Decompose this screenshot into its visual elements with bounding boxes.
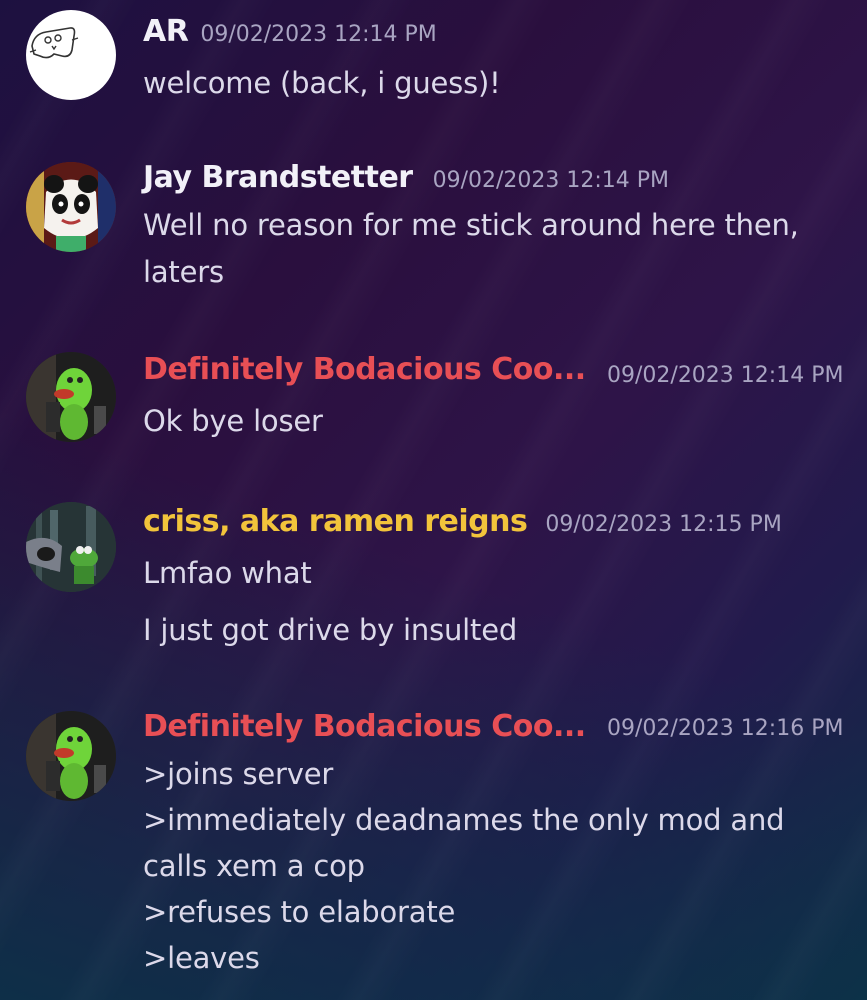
chat-message[interactable]: AR 09/02/2023 12:14 PM welcome (back, i g…: [0, 0, 867, 130]
avatar[interactable]: [26, 352, 116, 442]
message-text: laters: [143, 255, 224, 289]
message-timestamp: 09/02/2023 12:16 PM: [607, 716, 844, 741]
author-name[interactable]: Jay Brandstetter: [143, 160, 413, 195]
message-timestamp: 09/02/2023 12:14 PM: [200, 22, 437, 47]
message-timestamp: 09/02/2023 12:15 PM: [545, 512, 782, 537]
ghost-sketch-avatar-icon: [29, 27, 79, 59]
message-text: I just got drive by insulted: [143, 613, 518, 647]
avatar[interactable]: [26, 502, 116, 592]
avatar[interactable]: [26, 162, 116, 252]
slimer-ghost-avatar-icon: [26, 711, 116, 801]
message-timestamp: 09/02/2023 12:14 PM: [432, 168, 670, 193]
chat-message[interactable]: Jay Brandstetter 09/02/2023 12:14 PM Well…: [0, 150, 867, 310]
author-name[interactable]: AR: [143, 14, 189, 49]
message-text: >leaves: [143, 941, 260, 975]
chat-message[interactable]: Definitely Bodacious Coo... 09/02/2023 1…: [0, 695, 867, 1000]
message-text: calls xem a cop: [143, 849, 365, 883]
message-text: >joins server: [143, 757, 334, 791]
author-name[interactable]: Definitely Bodacious Coo...: [143, 709, 586, 744]
chat-message[interactable]: criss, aka ramen reigns 09/02/2023 12:15 …: [0, 490, 867, 670]
slimer-ghost-avatar-icon: [26, 352, 116, 442]
message-timestamp: 09/02/2023 12:14 PM: [607, 363, 844, 388]
message-text: >refuses to elaborate: [143, 895, 456, 929]
avatar[interactable]: [26, 711, 116, 801]
panda-character-avatar-icon: [26, 162, 116, 252]
message-text: Well no reason for me stick around here …: [143, 208, 799, 242]
author-name[interactable]: criss, aka ramen reigns: [143, 504, 528, 539]
message-text: Lmfao what: [143, 556, 312, 590]
kermit-city-avatar-icon: [26, 502, 116, 592]
message-text: welcome (back, i guess)!: [143, 66, 501, 100]
chat-message[interactable]: Definitely Bodacious Coo... 09/02/2023 1…: [0, 340, 867, 460]
avatar[interactable]: [26, 10, 116, 100]
message-text: >immediately deadnames the only mod and: [143, 803, 785, 837]
author-name[interactable]: Definitely Bodacious Coo...: [143, 352, 586, 387]
message-text: Ok bye loser: [143, 404, 323, 438]
